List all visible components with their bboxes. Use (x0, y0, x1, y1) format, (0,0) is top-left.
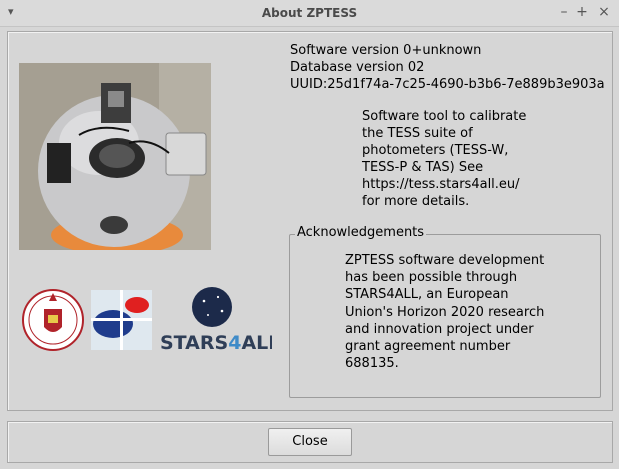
ack-line: 688135. (345, 356, 399, 372)
ack-line: grant agreement number (345, 339, 511, 355)
close-icon[interactable]: × (596, 4, 612, 20)
stars4all-text-suffix: ALL (241, 332, 272, 354)
stars4all-text-digit: 4 (228, 332, 241, 354)
acknowledgements-text: ZPTESS software development has been pos… (345, 252, 555, 372)
description-line: photometers (TESS-W, (362, 143, 509, 158)
version-info: Software version 0+unknown Database vers… (290, 42, 605, 93)
maximize-icon[interactable]: + (574, 4, 590, 20)
ucm-logo (22, 289, 84, 351)
description-line: the TESS suite of (362, 126, 473, 141)
description-link: https://tess.stars4all.eu/ (362, 177, 520, 192)
description-line: for more details. (362, 194, 470, 209)
description-line: TESS-P & TAS) See (362, 160, 484, 175)
ack-line: and innovation project under (345, 321, 534, 337)
ack-line: STARS4ALL, an European (345, 287, 509, 303)
svg-text:STARS4ALL: STARS4ALL (160, 332, 272, 354)
institution-logo (91, 290, 152, 350)
photometer-photo (19, 63, 211, 250)
minimize-icon[interactable]: – (556, 4, 572, 20)
description-line: Software tool to calibrate (362, 109, 527, 124)
stars4all-logo: STARS4ALL (160, 287, 280, 354)
ack-line: Union's Horizon 2020 research (345, 304, 545, 320)
database-version-label: Database version 02 (290, 60, 425, 75)
uuid-label: UUID:25d1f74a-7c25-4690-b3b6-7e889b3e903… (290, 77, 605, 92)
ack-line: ZPTESS software development (345, 253, 545, 268)
window-title: About ZPTESS (261, 6, 358, 20)
logos-row: STARS4ALL (22, 285, 280, 355)
title-bar: ▾ About ZPTESS – + × (0, 0, 619, 27)
close-button[interactable]: Close (268, 428, 352, 456)
description-text: Software tool to calibrate the TESS suit… (362, 108, 562, 210)
software-version-label: Software version 0+unknown (290, 43, 482, 58)
acknowledgements-legend: Acknowledgements (295, 224, 427, 241)
ack-line: has been possible through (345, 270, 518, 286)
stars4all-text-prefix: STARS (160, 332, 228, 354)
